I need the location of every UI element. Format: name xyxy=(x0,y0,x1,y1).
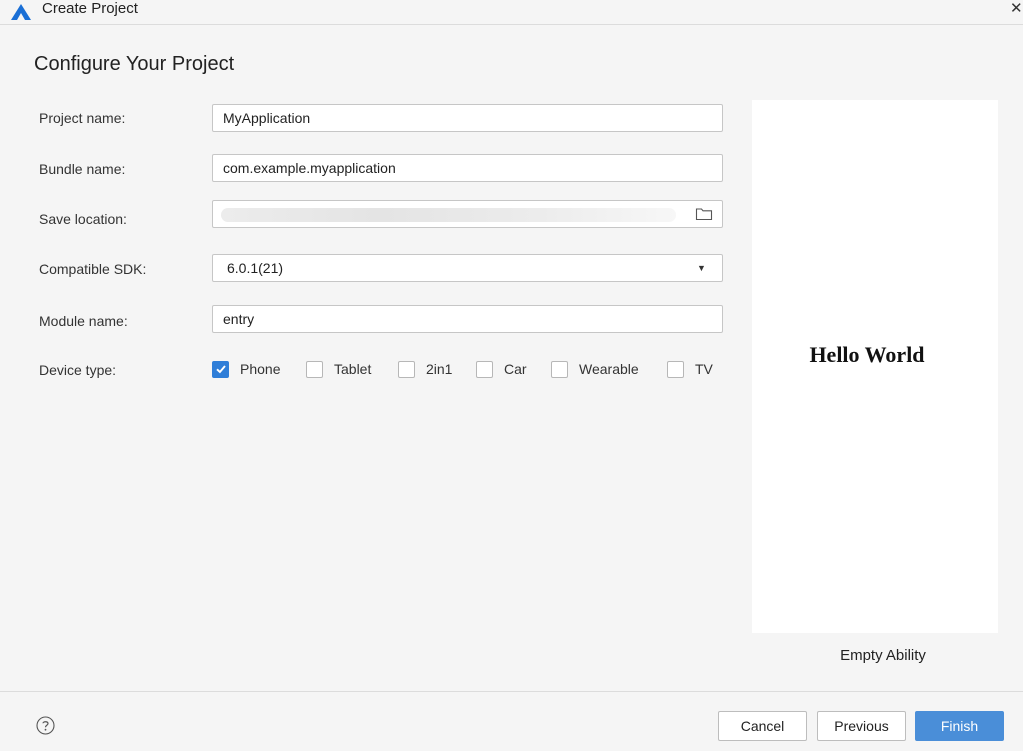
checkmark-icon xyxy=(215,365,226,374)
save-location-field[interactable] xyxy=(212,200,723,228)
device-option-wearable[interactable]: Wearable xyxy=(551,358,639,380)
checkbox-tv[interactable] xyxy=(667,360,684,378)
module-name-label: Module name: xyxy=(39,313,128,329)
device-option-label: Wearable xyxy=(579,361,639,377)
device-type-label: Device type: xyxy=(39,362,117,378)
device-option-label: Car xyxy=(504,361,527,377)
device-option-car[interactable]: Car xyxy=(476,358,527,380)
device-option-phone[interactable]: Phone xyxy=(212,358,280,380)
compatible-sdk-value: 6.0.1(21) xyxy=(227,260,284,276)
cancel-button[interactable]: Cancel xyxy=(718,711,807,741)
bundle-name-label: Bundle name: xyxy=(39,161,126,177)
device-option-label: 2in1 xyxy=(426,361,453,377)
close-icon[interactable]: ✕ xyxy=(1010,0,1023,17)
device-option-2in1[interactable]: 2in1 xyxy=(398,358,452,380)
compatible-sdk-label: Compatible SDK: xyxy=(39,261,147,277)
previous-button[interactable]: Previous xyxy=(817,711,906,741)
checkbox-2in1[interactable] xyxy=(398,360,415,378)
device-option-label: TV xyxy=(695,361,713,377)
project-name-field xyxy=(212,104,723,132)
module-name-input[interactable] xyxy=(213,306,722,332)
bundle-name-field xyxy=(212,154,723,182)
checkbox-wearable[interactable] xyxy=(551,360,568,378)
bundle-name-input[interactable] xyxy=(213,155,722,181)
harmony-triangle-logo xyxy=(11,4,31,20)
page-heading: Configure Your Project xyxy=(34,53,235,75)
device-option-tablet[interactable]: Tablet xyxy=(306,358,371,380)
compatible-sdk-select[interactable]: 6.0.1(21) ▼ xyxy=(212,254,723,282)
device-option-label: Phone xyxy=(240,361,281,377)
device-option-tv[interactable]: TV xyxy=(667,358,713,380)
save-location-path-redacted xyxy=(221,208,676,222)
help-circle-icon[interactable] xyxy=(36,716,55,735)
window-title: Create Project xyxy=(42,0,138,17)
checkbox-phone[interactable] xyxy=(212,360,229,378)
footer-divider xyxy=(0,691,1023,692)
folder-icon[interactable] xyxy=(695,206,713,222)
template-name: Empty Ability xyxy=(840,647,926,664)
title-bar: Create Project ✕ xyxy=(0,0,1023,25)
project-name-label: Project name: xyxy=(39,110,126,126)
save-location-label: Save location: xyxy=(39,211,127,227)
project-name-input[interactable] xyxy=(213,105,722,131)
template-preview: Hello World xyxy=(752,100,998,633)
finish-button[interactable]: Finish xyxy=(915,711,1004,741)
chevron-down-icon[interactable]: ▼ xyxy=(697,255,706,281)
checkbox-car[interactable] xyxy=(476,360,493,378)
module-name-field xyxy=(212,305,723,333)
preview-hello-world: Hello World xyxy=(809,342,925,367)
checkbox-tablet[interactable] xyxy=(306,360,323,378)
device-option-label: Tablet xyxy=(334,361,372,377)
